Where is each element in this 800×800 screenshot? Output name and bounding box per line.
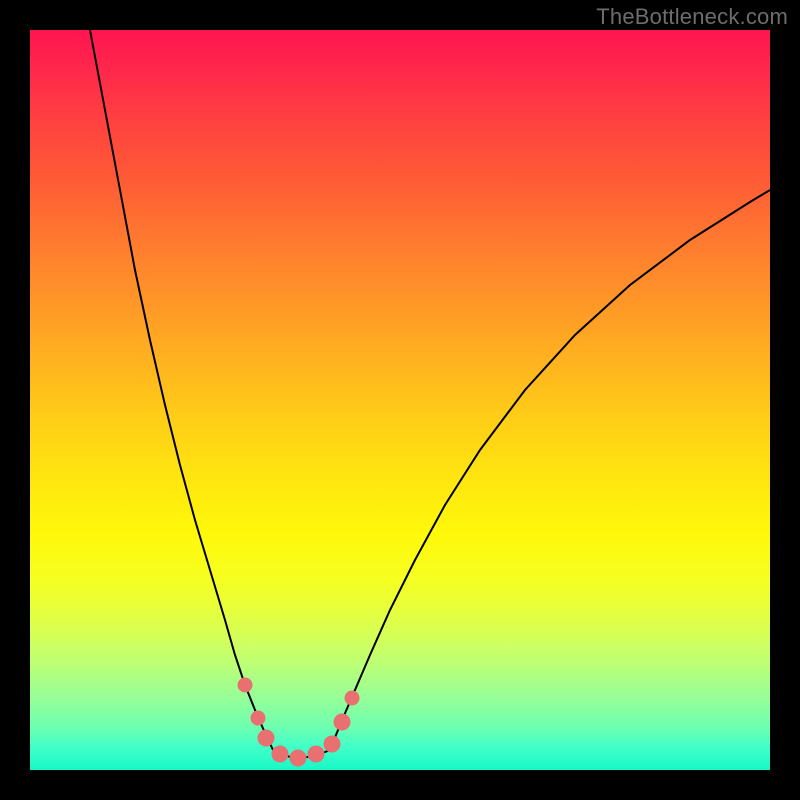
bead-marker [238, 678, 252, 692]
bead-marker [290, 750, 306, 766]
plot-area [30, 30, 770, 770]
bead-marker [324, 736, 340, 752]
curve-left [90, 30, 273, 750]
curves-svg [30, 30, 770, 770]
chart-stage: TheBottleneck.com [0, 0, 800, 800]
bead-marker [334, 714, 350, 730]
bead-marker [308, 746, 324, 762]
watermark-text: TheBottleneck.com [596, 4, 788, 30]
curve-right [330, 190, 770, 750]
bead-marker [258, 730, 274, 746]
bead-group [238, 678, 359, 766]
bead-marker [272, 746, 288, 762]
bead-marker [251, 711, 265, 725]
bead-marker [345, 691, 359, 705]
